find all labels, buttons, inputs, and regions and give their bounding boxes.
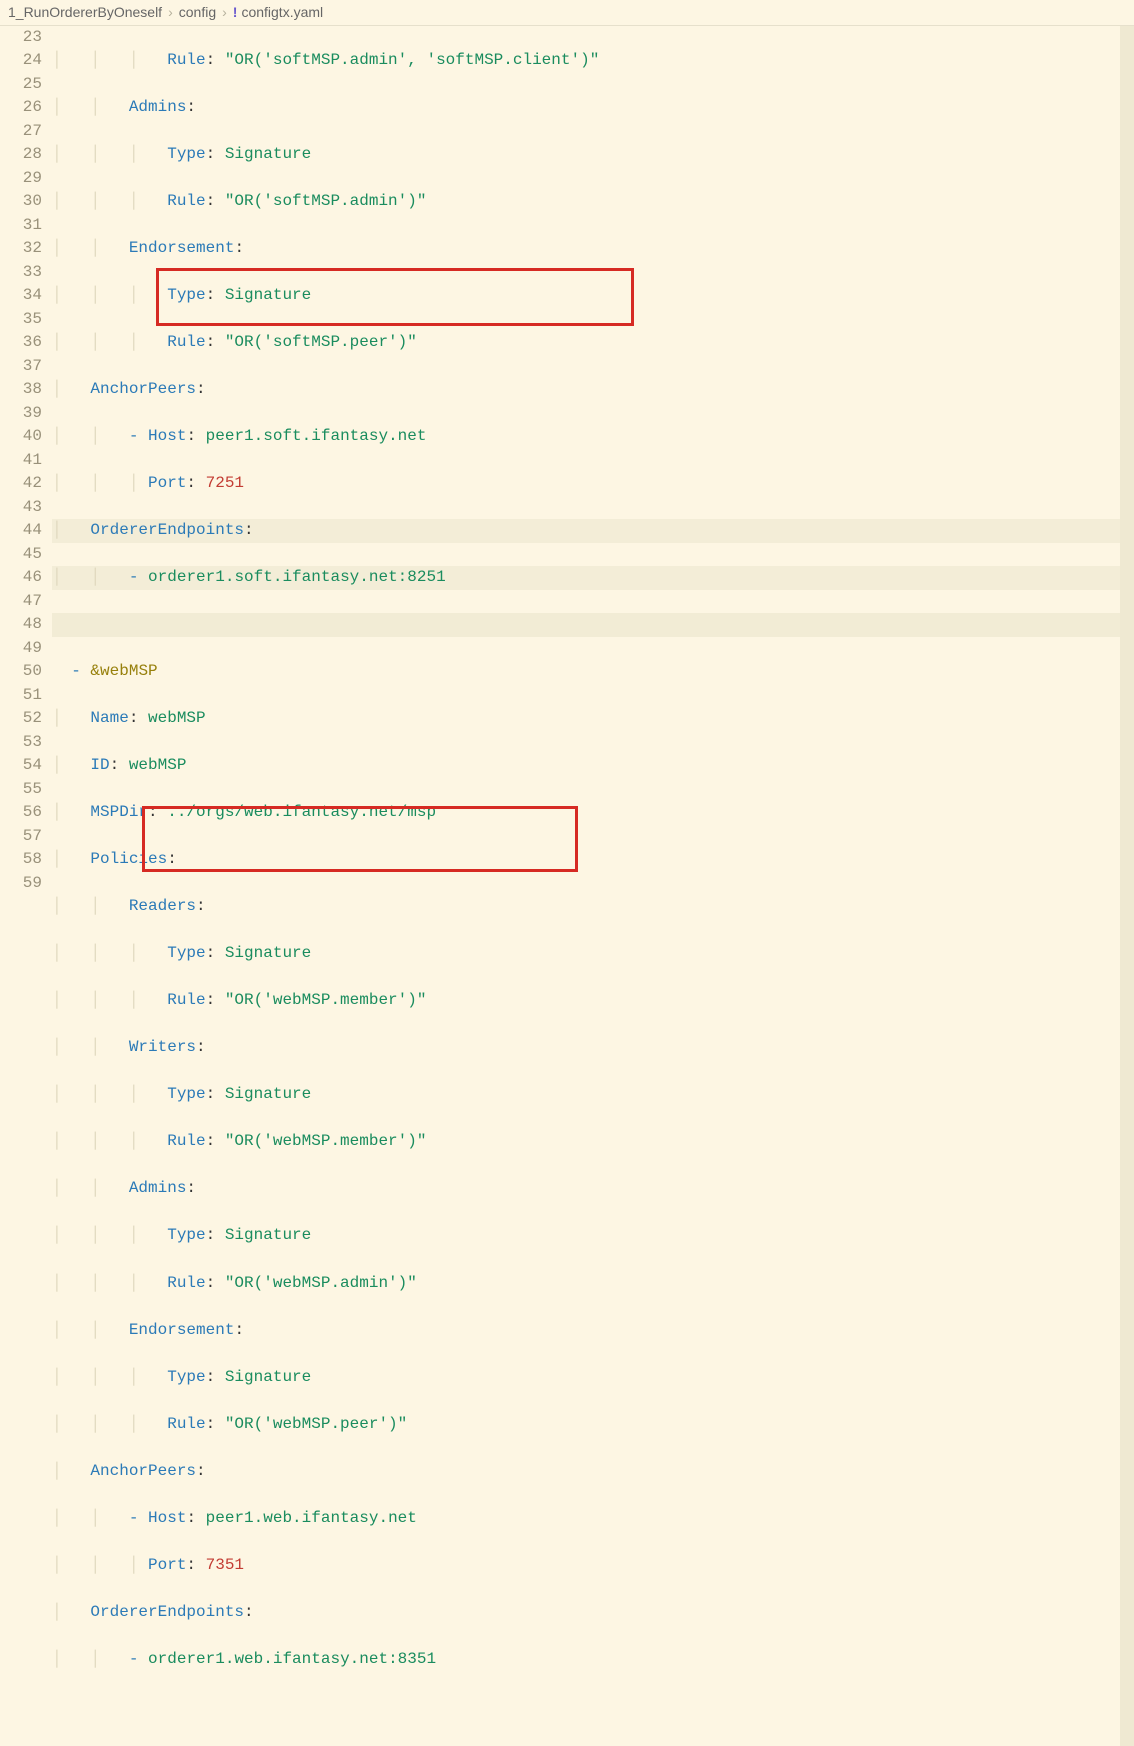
crumb-sep: ›	[222, 2, 227, 23]
code-line[interactable]: │ │ │ Rule: "OR('webMSP.admin')"	[52, 1272, 1134, 1296]
code-line[interactable]: │ │ Writers:	[52, 1036, 1134, 1060]
code-line[interactable]: │ │ │ Rule: "OR('softMSP.peer')"	[52, 331, 1134, 355]
code-line[interactable]: │ │ │ Rule: "OR('softMSP.admin', 'softMS…	[52, 49, 1134, 73]
code-line[interactable]: │ │ Endorsement:	[52, 237, 1134, 261]
code-line[interactable]: │ │ Admins:	[52, 96, 1134, 120]
overview-ruler[interactable]	[1120, 26, 1134, 1746]
code-line[interactable]: │ │ │ Type: Signature	[52, 143, 1134, 167]
code-line[interactable]: │ Name: webMSP	[52, 707, 1134, 731]
code-line[interactable]: │ │ │ Type: Signature	[52, 1083, 1134, 1107]
code-line[interactable]: │ ID: webMSP	[52, 754, 1134, 778]
code-line[interactable]	[52, 1695, 1134, 1719]
crumb-sep: ›	[168, 2, 173, 23]
code-line[interactable]: │ │ Endorsement:	[52, 1319, 1134, 1343]
code-line[interactable]: │ AnchorPeers:	[52, 378, 1134, 402]
code-line[interactable]: │ │ │ Port: 7351	[52, 1554, 1134, 1578]
crumb-file[interactable]: configtx.yaml	[241, 2, 323, 23]
code-line[interactable]: - &webMSP	[52, 660, 1134, 684]
crumb-folder[interactable]: 1_RunOrdererByOneself	[8, 2, 162, 23]
code-line[interactable]: │ │ │ Type: Signature	[52, 284, 1134, 308]
line-number-gutter: 2324252627282930313233343536373839404142…	[0, 26, 52, 1746]
code-line[interactable]: │ │ │ Type: Signature	[52, 942, 1134, 966]
code-line[interactable]: │ │ - orderer1.soft.ifantasy.net:8251	[52, 566, 1134, 590]
code-line[interactable]: │ │ │ Rule: "OR('softMSP.admin')"	[52, 190, 1134, 214]
code-line[interactable]: │ │ Readers:	[52, 895, 1134, 919]
code-line[interactable]: │ │ - Host: peer1.soft.ifantasy.net	[52, 425, 1134, 449]
yaml-file-icon: !	[233, 2, 238, 23]
code-line[interactable]: │ │ Admins:	[52, 1177, 1134, 1201]
code-line[interactable]: │ │ │ Rule: "OR('webMSP.peer')"	[52, 1413, 1134, 1437]
code-line[interactable]: │ │ │ Port: 7251	[52, 472, 1134, 496]
code-line[interactable]: │ │ │ Type: Signature	[52, 1224, 1134, 1248]
code-line[interactable]: │ Policies:	[52, 848, 1134, 872]
code-line[interactable]: │ OrdererEndpoints:	[52, 519, 1134, 543]
code-line[interactable]: │ AnchorPeers:	[52, 1460, 1134, 1484]
code-line[interactable]: │ MSPDir: ../orgs/web.ifantasy.net/msp	[52, 801, 1134, 825]
crumb-folder[interactable]: config	[179, 2, 216, 23]
breadcrumb: 1_RunOrdererByOneself › config › ! confi…	[0, 0, 1134, 26]
code-line[interactable]: │ │ │ Rule: "OR('webMSP.member')"	[52, 1130, 1134, 1154]
code-line[interactable]	[52, 613, 1134, 637]
code-area[interactable]: │ │ │ Rule: "OR('softMSP.admin', 'softMS…	[52, 26, 1134, 1746]
code-line[interactable]: │ │ - orderer1.web.ifantasy.net:8351	[52, 1648, 1134, 1672]
editor[interactable]: 2324252627282930313233343536373839404142…	[0, 26, 1134, 1746]
code-line[interactable]: │ OrdererEndpoints:	[52, 1601, 1134, 1625]
code-line[interactable]: │ │ │ Rule: "OR('webMSP.member')"	[52, 989, 1134, 1013]
code-line[interactable]: │ │ - Host: peer1.web.ifantasy.net	[52, 1507, 1134, 1531]
code-line[interactable]: │ │ │ Type: Signature	[52, 1366, 1134, 1390]
